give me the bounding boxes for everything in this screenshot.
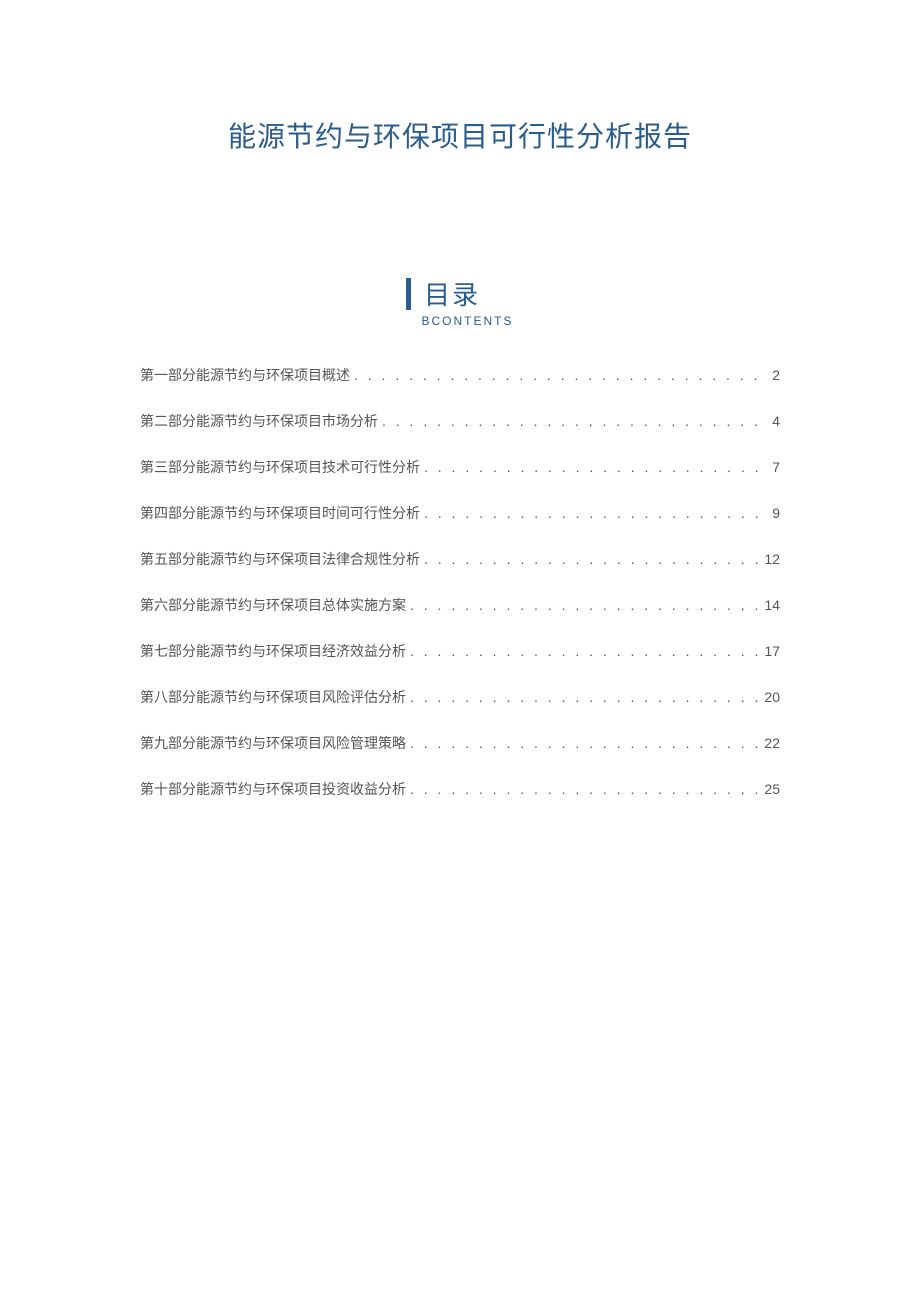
page-title: 能源节约与环保项目可行性分析报告	[0, 0, 920, 155]
toc-entry-page: 12	[764, 551, 780, 567]
toc-entry-page: 2	[772, 367, 780, 383]
toc-entry-title: 第十部分能源节约与环保项目投资收益分析	[140, 779, 406, 799]
toc-entry-page: 17	[764, 643, 780, 659]
toc-dots	[424, 551, 760, 567]
toc-entry-title: 第八部分能源节约与环保项目风险评估分析	[140, 687, 406, 707]
toc-dots	[382, 413, 768, 429]
toc-entry[interactable]: 第一部分能源节约与环保项目概述 2	[140, 365, 780, 385]
toc-entry[interactable]: 第八部分能源节约与环保项目风险评估分析 20	[140, 687, 780, 707]
toc-entry[interactable]: 第六部分能源节约与环保项目总体实施方案 14	[140, 595, 780, 615]
toc-dots	[410, 781, 760, 797]
toc-entry[interactable]: 第七部分能源节约与环保项目经济效益分析 17	[140, 641, 780, 661]
toc-dots	[424, 505, 768, 521]
toc-entry[interactable]: 第二部分能源节约与环保项目市场分析 4	[140, 411, 780, 431]
toc-entry-title: 第一部分能源节约与环保项目概述	[140, 365, 350, 385]
toc-entry-title: 第四部分能源节约与环保项目时间可行性分析	[140, 503, 420, 523]
toc-header: 目录 BCONTENTS	[0, 275, 920, 330]
toc-entry-title: 第五部分能源节约与环保项目法律合规性分析	[140, 549, 420, 569]
toc-entry-title: 第六部分能源节约与环保项目总体实施方案	[140, 595, 406, 615]
toc-dots	[354, 367, 768, 383]
toc-entry[interactable]: 第五部分能源节约与环保项目法律合规性分析 12	[140, 549, 780, 569]
toc-dots	[410, 735, 760, 751]
toc-dots	[410, 597, 760, 613]
toc-entry-title: 第七部分能源节约与环保项目经济效益分析	[140, 641, 406, 661]
toc-entry-page: 20	[764, 689, 780, 705]
toc-entry-page: 22	[764, 735, 780, 751]
toc-dots	[410, 643, 760, 659]
toc-entry-title: 第九部分能源节约与环保项目风险管理策略	[140, 733, 406, 753]
toc-entry-page: 14	[764, 597, 780, 613]
toc-entry-page: 4	[772, 413, 780, 429]
toc-bar-icon	[406, 278, 411, 310]
toc-entry-page: 7	[772, 459, 780, 475]
toc-entry-page: 9	[772, 505, 780, 521]
toc-entry-title: 第三部分能源节约与环保项目技术可行性分析	[140, 457, 420, 477]
toc-entry[interactable]: 第十部分能源节约与环保项目投资收益分析 25	[140, 779, 780, 799]
toc-list: 第一部分能源节约与环保项目概述 2 第二部分能源节约与环保项目市场分析 4 第三…	[140, 355, 780, 799]
toc-subheading: BCONTENTS	[421, 314, 513, 328]
toc-entry[interactable]: 第四部分能源节约与环保项目时间可行性分析 9	[140, 503, 780, 523]
toc-header-inner: 目录 BCONTENTS	[406, 275, 513, 328]
toc-entry-title: 第二部分能源节约与环保项目市场分析	[140, 411, 378, 431]
toc-dots	[410, 689, 760, 705]
toc-entry[interactable]: 第三部分能源节约与环保项目技术可行性分析 7	[140, 457, 780, 477]
toc-dots	[424, 459, 768, 475]
toc-heading-row: 目录	[406, 275, 513, 312]
toc-heading: 目录	[424, 275, 480, 312]
toc-entry[interactable]: 第九部分能源节约与环保项目风险管理策略 22	[140, 733, 780, 753]
toc-entry-page: 25	[764, 781, 780, 797]
